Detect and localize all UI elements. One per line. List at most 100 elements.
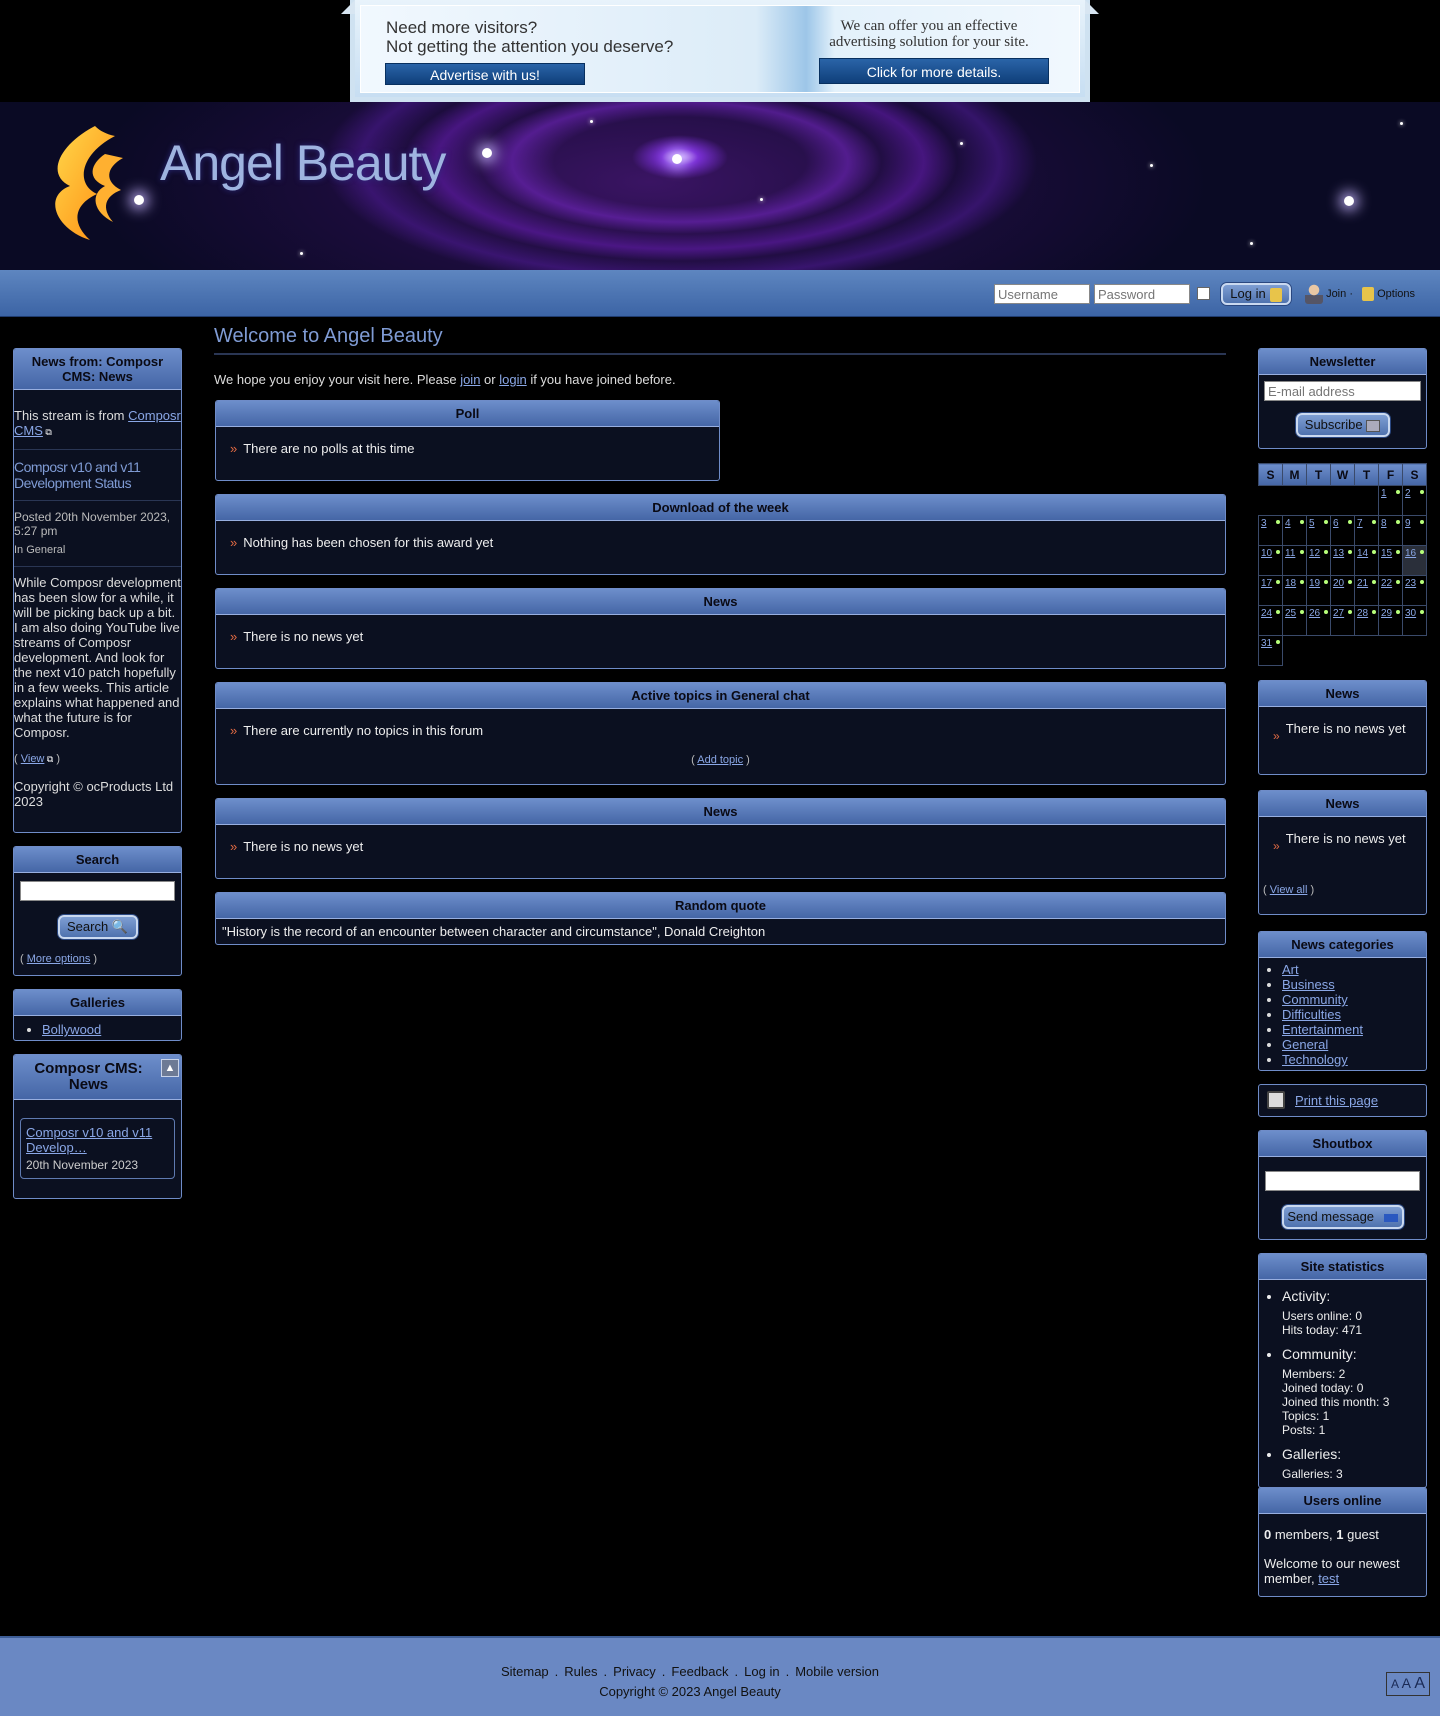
calendar-day[interactable]: 11 (1282, 545, 1307, 576)
calendar-day[interactable]: 6 (1330, 515, 1355, 546)
calendar-day[interactable]: 18 (1282, 575, 1307, 606)
calendar-day[interactable]: 20 (1330, 575, 1355, 606)
calendar-day[interactable]: 3 (1258, 515, 1283, 546)
calendar-day-link[interactable]: 13 (1333, 548, 1344, 559)
calendar-day[interactable]: 5 (1306, 515, 1331, 546)
calendar-day-link[interactable]: 7 (1357, 518, 1363, 529)
shoutbox-input[interactable] (1265, 1171, 1420, 1191)
calendar-day[interactable]: 21 (1354, 575, 1379, 606)
calendar-day[interactable]: 4 (1282, 515, 1307, 546)
news-category-link[interactable]: Community (1282, 992, 1348, 1007)
flame-logo-icon[interactable] (35, 124, 130, 242)
calendar-day[interactable]: 9 (1402, 515, 1427, 546)
news-category-link[interactable]: Technology (1282, 1052, 1348, 1067)
news-category-link[interactable]: Difficulties (1282, 1007, 1341, 1022)
stream-article-title[interactable]: Composr v10 and v11 Development Status (14, 459, 181, 491)
add-topic-link[interactable]: Add topic (697, 754, 743, 766)
subscribe-button[interactable]: Subscribe (1295, 413, 1390, 437)
username-input[interactable] (994, 284, 1090, 304)
site-name[interactable]: Angel Beauty (160, 134, 446, 192)
password-input[interactable] (1094, 284, 1190, 304)
calendar-day[interactable]: 30 (1402, 605, 1427, 636)
calendar-day[interactable]: 26 (1306, 605, 1331, 636)
calendar-day[interactable]: 16 (1402, 545, 1427, 576)
calendar-day-link[interactable]: 6 (1333, 518, 1339, 529)
calendar-day-link[interactable]: 10 (1261, 548, 1272, 559)
composr-news-item-link[interactable]: Composr v10 and v11 Develop… (26, 1125, 169, 1155)
calendar-day-link[interactable]: 5 (1309, 518, 1315, 529)
calendar-day[interactable]: 27 (1330, 605, 1355, 636)
calendar-day-link[interactable]: 24 (1261, 608, 1272, 619)
calendar-day[interactable]: 2 (1402, 485, 1427, 516)
advert-banner[interactable]: Need more visitors? Not getting the atte… (341, 0, 1099, 102)
font-size-large[interactable]: A (1414, 1675, 1425, 1692)
calendar-day-link[interactable]: 20 (1333, 578, 1344, 589)
font-size-small[interactable]: A (1391, 1677, 1398, 1691)
calendar-day[interactable]: 17 (1258, 575, 1283, 606)
calendar-day-link[interactable]: 2 (1405, 488, 1411, 499)
calendar-day[interactable]: 10 (1258, 545, 1283, 576)
news-category-link[interactable]: General (1282, 1037, 1328, 1052)
calendar-day[interactable]: 31 (1258, 635, 1283, 666)
gallery-link[interactable]: Bollywood (42, 1022, 101, 1037)
stream-view-link[interactable]: View (21, 753, 45, 765)
calendar-day[interactable]: 13 (1330, 545, 1355, 576)
calendar-day-link[interactable]: 16 (1405, 548, 1416, 559)
news-category-link[interactable]: Art (1282, 962, 1299, 977)
footer-link[interactable]: Feedback (671, 1664, 728, 1679)
calendar-day[interactable]: 29 (1378, 605, 1403, 636)
calendar-day-link[interactable]: 15 (1381, 548, 1392, 559)
search-button[interactable]: Search 🔍 (57, 915, 138, 939)
login-button[interactable]: Log in (1221, 283, 1291, 305)
calendar-day-link[interactable]: 27 (1333, 608, 1344, 619)
print-link[interactable]: Print this page (1295, 1093, 1378, 1108)
footer-link[interactable]: Rules (564, 1664, 597, 1679)
search-input[interactable] (20, 881, 175, 901)
more-options-link[interactable]: More options (27, 953, 91, 965)
news-category-link[interactable]: Business (1282, 977, 1335, 992)
calendar-day-link[interactable]: 23 (1405, 578, 1416, 589)
calendar-day[interactable]: 15 (1378, 545, 1403, 576)
calendar-day[interactable]: 24 (1258, 605, 1283, 636)
footer-link[interactable]: Privacy (613, 1664, 656, 1679)
collapse-icon[interactable]: ▲ (161, 1059, 179, 1077)
remember-me-checkbox[interactable] (1197, 287, 1210, 300)
advertise-button[interactable]: Advertise with us! (385, 63, 585, 85)
calendar-day[interactable]: 23 (1402, 575, 1427, 606)
calendar-day-link[interactable]: 17 (1261, 578, 1272, 589)
footer-link[interactable]: Sitemap (501, 1664, 549, 1679)
calendar-day[interactable]: 7 (1354, 515, 1379, 546)
calendar-day-link[interactable]: 9 (1405, 518, 1411, 529)
calendar-day[interactable]: 25 (1282, 605, 1307, 636)
calendar-day[interactable]: 28 (1354, 605, 1379, 636)
more-details-button[interactable]: Click for more details. (819, 58, 1049, 84)
options-link[interactable]: Options (1377, 288, 1415, 300)
calendar-day[interactable]: 22 (1378, 575, 1403, 606)
calendar-day-link[interactable]: 3 (1261, 518, 1267, 529)
send-message-button[interactable]: Send message (1281, 1205, 1404, 1229)
footer-link[interactable]: Mobile version (795, 1664, 879, 1679)
login-link-inline[interactable]: login (499, 372, 526, 387)
footer-link[interactable]: Log in (744, 1664, 779, 1679)
calendar-day-link[interactable]: 1 (1381, 488, 1387, 499)
calendar-day[interactable]: 8 (1378, 515, 1403, 546)
calendar-day-link[interactable]: 8 (1381, 518, 1387, 529)
calendar-day-link[interactable]: 26 (1309, 608, 1320, 619)
calendar-day-link[interactable]: 12 (1309, 548, 1320, 559)
calendar-day[interactable]: 14 (1354, 545, 1379, 576)
join-link-inline[interactable]: join (460, 372, 480, 387)
calendar-day-link[interactable]: 14 (1357, 548, 1368, 559)
view-all-link[interactable]: View all (1270, 884, 1308, 896)
newest-member-link[interactable]: test (1318, 1571, 1339, 1586)
calendar-day[interactable]: 19 (1306, 575, 1331, 606)
calendar-day-link[interactable]: 18 (1285, 578, 1296, 589)
calendar-day-link[interactable]: 21 (1357, 578, 1368, 589)
calendar-day-link[interactable]: 28 (1357, 608, 1368, 619)
calendar-day-link[interactable]: 11 (1285, 548, 1295, 559)
calendar-day-link[interactable]: 19 (1309, 578, 1320, 589)
calendar-day-link[interactable]: 31 (1261, 638, 1272, 649)
calendar-day[interactable]: 1 (1378, 485, 1403, 516)
calendar-day-link[interactable]: 30 (1405, 608, 1416, 619)
calendar-day-link[interactable]: 25 (1285, 608, 1296, 619)
font-size-switcher[interactable]: A A A (1385, 1672, 1430, 1696)
